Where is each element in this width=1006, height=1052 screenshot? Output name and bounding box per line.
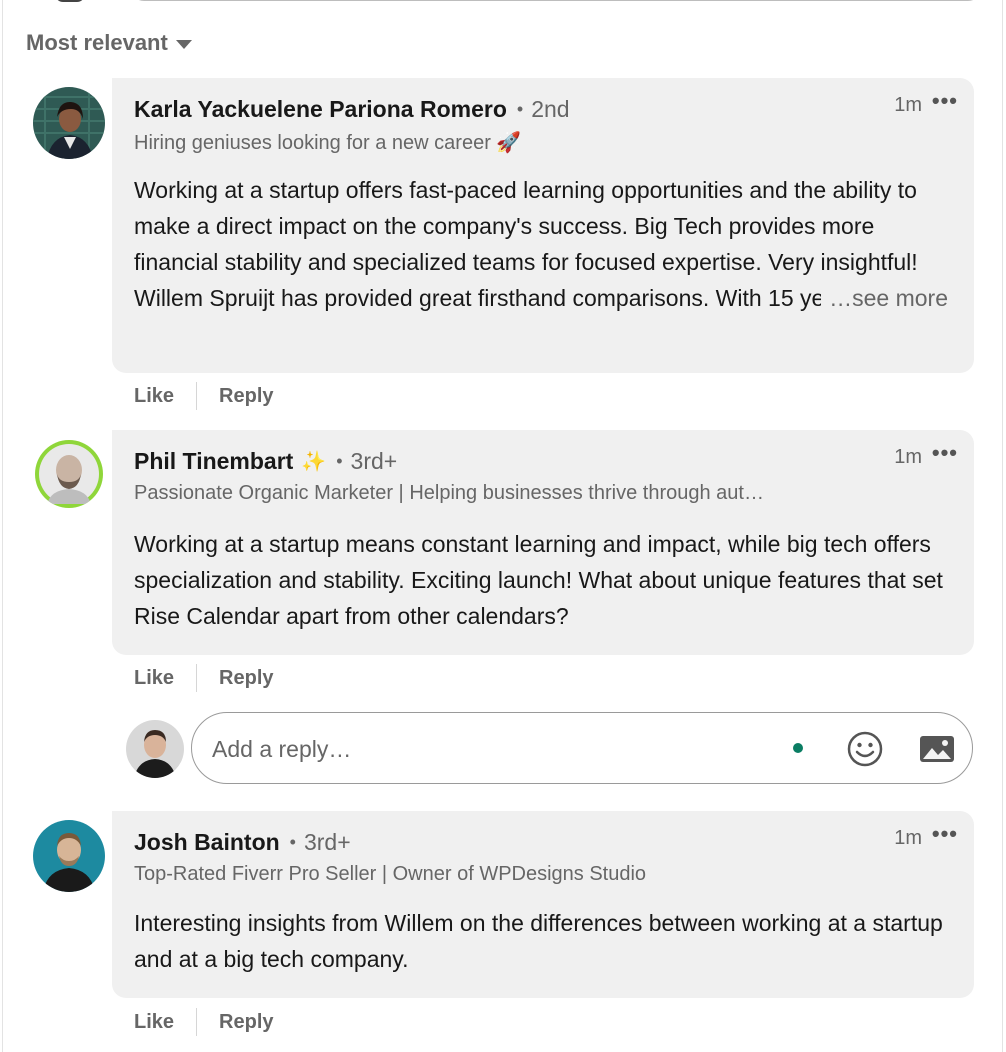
like-button[interactable]: Like	[134, 667, 174, 690]
commenter-name[interactable]: Karla Yackuelene Pariona Romero	[134, 96, 507, 123]
comment-text: Working at a startup offers fast-paced l…	[134, 172, 948, 316]
comment-time: 1m	[894, 827, 922, 849]
divider	[196, 664, 198, 692]
comment-time: 1m	[894, 94, 922, 116]
comment-bubble: Phil Tinembart ✨ • 3rd+ Passionate Organ…	[112, 430, 974, 655]
separator-dot: •	[336, 451, 343, 471]
sort-label: Most relevant	[26, 30, 168, 55]
comment-bubble: Josh Bainton • 3rd+ Top-Rated Fiverr Pro…	[112, 811, 974, 998]
more-options-icon[interactable]: •••	[932, 823, 958, 845]
reply-button[interactable]: Reply	[219, 667, 273, 690]
separator-dot: •	[516, 99, 524, 119]
presence-indicator	[793, 743, 803, 753]
comment-actions: Like Reply	[134, 382, 274, 410]
see-more-link[interactable]: …see more	[821, 280, 948, 316]
more-options-icon[interactable]: •••	[932, 90, 958, 112]
commenter-name[interactable]: Josh Bainton	[134, 829, 280, 856]
emoji-icon[interactable]	[846, 730, 884, 773]
comment-body: Interesting insights from Willem on the …	[134, 910, 943, 972]
separator-dot: •	[289, 832, 296, 852]
caret-down-icon	[175, 39, 192, 49]
avatar[interactable]	[35, 440, 103, 508]
comment-actions: Like Reply	[134, 1008, 274, 1036]
comment-body: Working at a startup means constant lear…	[134, 531, 943, 629]
like-button[interactable]: Like	[134, 1011, 174, 1034]
divider	[196, 1008, 198, 1036]
commenter-headline: Hiring geniuses looking for a new career…	[134, 132, 522, 154]
previous-input-edge	[130, 0, 982, 1]
divider	[196, 382, 198, 410]
more-options-icon[interactable]: •••	[932, 442, 958, 464]
reply-composer	[191, 712, 973, 784]
commenter-headline: Passionate Organic Marketer | Helping bu…	[134, 482, 764, 504]
current-user-avatar	[126, 720, 184, 778]
sort-dropdown[interactable]: Most relevant	[26, 30, 192, 56]
connection-degree: 3rd+	[350, 448, 398, 474]
reply-input[interactable]	[210, 735, 774, 764]
like-button[interactable]: Like	[134, 385, 174, 408]
image-icon[interactable]	[918, 732, 956, 771]
reply-button[interactable]: Reply	[219, 385, 273, 408]
comment-bubble: Karla Yackuelene Pariona Romero • 2nd Hi…	[112, 78, 974, 373]
connection-degree: 3rd+	[303, 829, 351, 855]
commenter-headline: Top-Rated Fiverr Pro Seller | Owner of W…	[134, 863, 647, 885]
reply-button[interactable]: Reply	[219, 1011, 273, 1034]
comment-body: Working at a startup offers fast-paced l…	[134, 177, 918, 311]
avatar[interactable]	[33, 820, 105, 892]
sparkle-icon: ✨	[301, 451, 327, 473]
commenter-name[interactable]: Phil Tinembart	[134, 448, 293, 475]
comment-time: 1m	[894, 446, 922, 468]
comment-actions: Like Reply	[134, 664, 274, 692]
connection-degree: 2nd	[531, 96, 570, 122]
avatar[interactable]	[33, 87, 105, 159]
